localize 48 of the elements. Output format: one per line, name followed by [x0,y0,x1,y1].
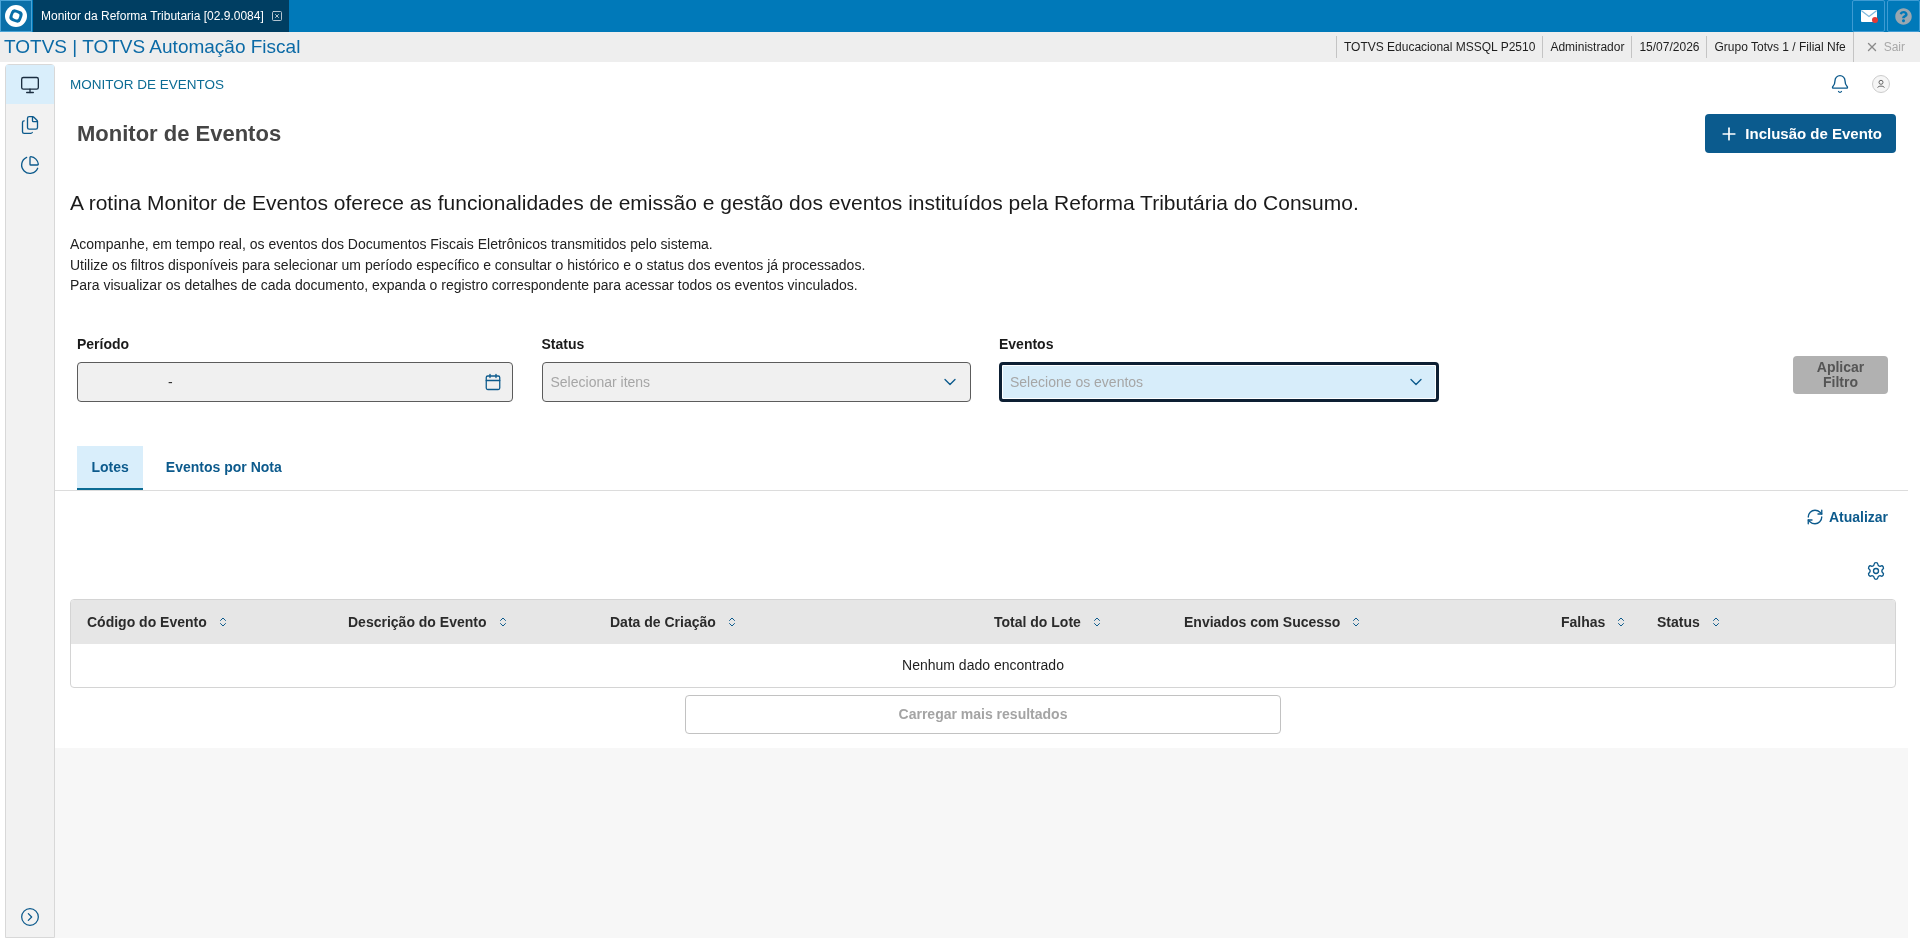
empty-message: Nenhum dado encontrado [902,657,1064,673]
app-tab[interactable]: Monitor da Reforma Tributaria [02.9.0084] [33,0,289,32]
field-label: Eventos [999,334,1055,353]
description-text: Utilize os filtros disponíveis para selecionar um período específico e consultar o histórico e o status dos eventos já processados. [70,255,867,275]
settings-icon [1866,560,1886,581]
documents-icon [20,114,40,135]
column-header[interactable]: Código do Evento [87,613,207,630]
intro-headline: A rotina Monitor de Eventos oferece as funcionalidades de emissão e gestão dos eventos instituídos pela Reforma Tributária do Consumo. [70,190,1360,216]
product-title: TOTVS | TOTVS Automação Fiscal [3,36,301,58]
session-info: Administrador [1542,36,1632,58]
help-icon [1895,7,1912,25]
column-header[interactable]: Data de Criação [610,613,716,630]
sidebar-item[interactable] [6,65,54,104]
logo-icon [0,0,32,32]
column-header[interactable]: Enviados com Sucesso [1184,613,1341,630]
description-text: Acompanhe, em tempo real, os eventos dos Documentos Fiscais Eletrônicos transmitidos pelo sistema. [70,235,714,254]
column-header[interactable]: Total do Lote [994,613,1081,630]
close-icon[interactable] [270,10,283,22]
select-placeholder: Selecionar itens [550,373,651,390]
refresh-icon [1805,507,1824,526]
column-header[interactable]: Status [1657,613,1700,630]
field-label: Status [541,334,586,353]
add-event-button[interactable]: Inclusão de Evento [1705,114,1896,153]
column-header[interactable]: Descrição do Evento [348,613,487,630]
pie-chart-icon [20,154,40,175]
column-header[interactable]: Falhas [1561,613,1606,630]
tab[interactable]: Lotes [77,445,144,490]
field-label: Período [77,334,131,353]
mail-icon [1860,10,1877,22]
user-avatar-icon[interactable] [1872,75,1890,93]
breadcrumb: MONITOR DE EVENTOS [70,76,225,92]
messages-button[interactable] [1852,0,1885,32]
settings-button[interactable] [1866,560,1886,581]
bell-icon[interactable] [1830,74,1850,94]
calendar-icon[interactable] [484,372,502,391]
tab[interactable]: Eventos por Nota [151,445,297,490]
select-placeholder: Selecione os eventos [1010,373,1144,390]
chevron-right-icon [20,907,40,927]
refresh-button[interactable]: Atualizar [1805,504,1888,529]
description-text: Para visualizar os detalhes de cada documento, expanda o registro correspondente para acessar todos os eventos vinculados. [70,276,859,295]
session-info: TOTVS Educacional MSSQL P2510 [1335,36,1543,58]
page-title: Monitor de Eventos [77,120,282,147]
date-range-field[interactable]: - [77,361,513,402]
monitor-icon [20,74,40,95]
date-separator: - [168,373,173,390]
session-info: 15/07/2026 [1631,36,1707,58]
session-info: Grupo Totvs 1 / Filial Nfe [1706,36,1853,58]
expand-sidebar-button[interactable] [20,907,40,927]
